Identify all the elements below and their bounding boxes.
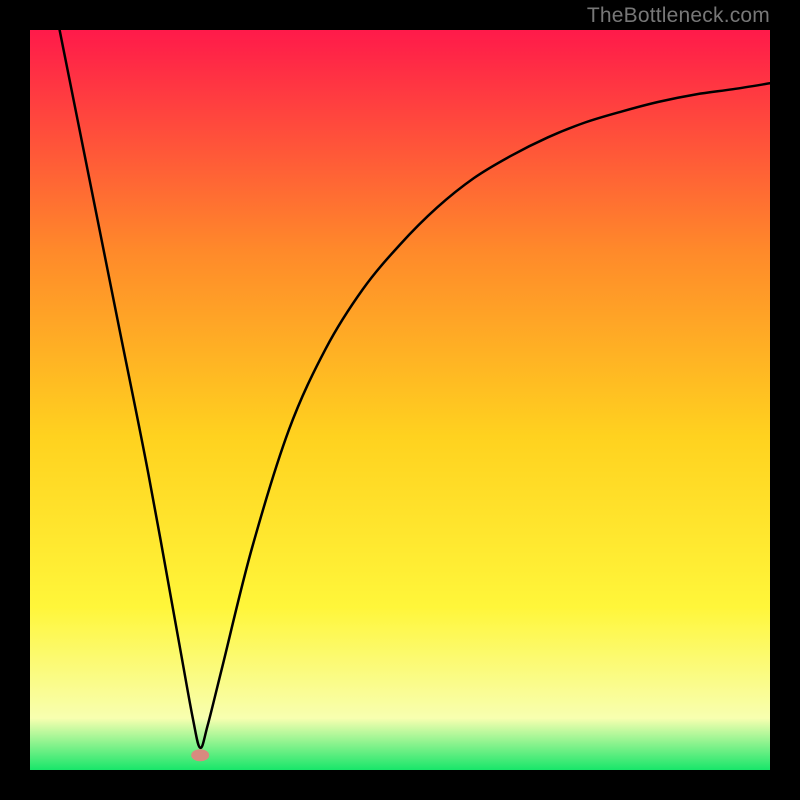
chart-frame: TheBottleneck.com (0, 0, 800, 800)
curve-layer (30, 30, 770, 770)
plot-area (30, 30, 770, 770)
watermark-text: TheBottleneck.com (587, 4, 770, 28)
minimum-marker (191, 749, 209, 761)
bottleneck-curve (60, 30, 770, 748)
